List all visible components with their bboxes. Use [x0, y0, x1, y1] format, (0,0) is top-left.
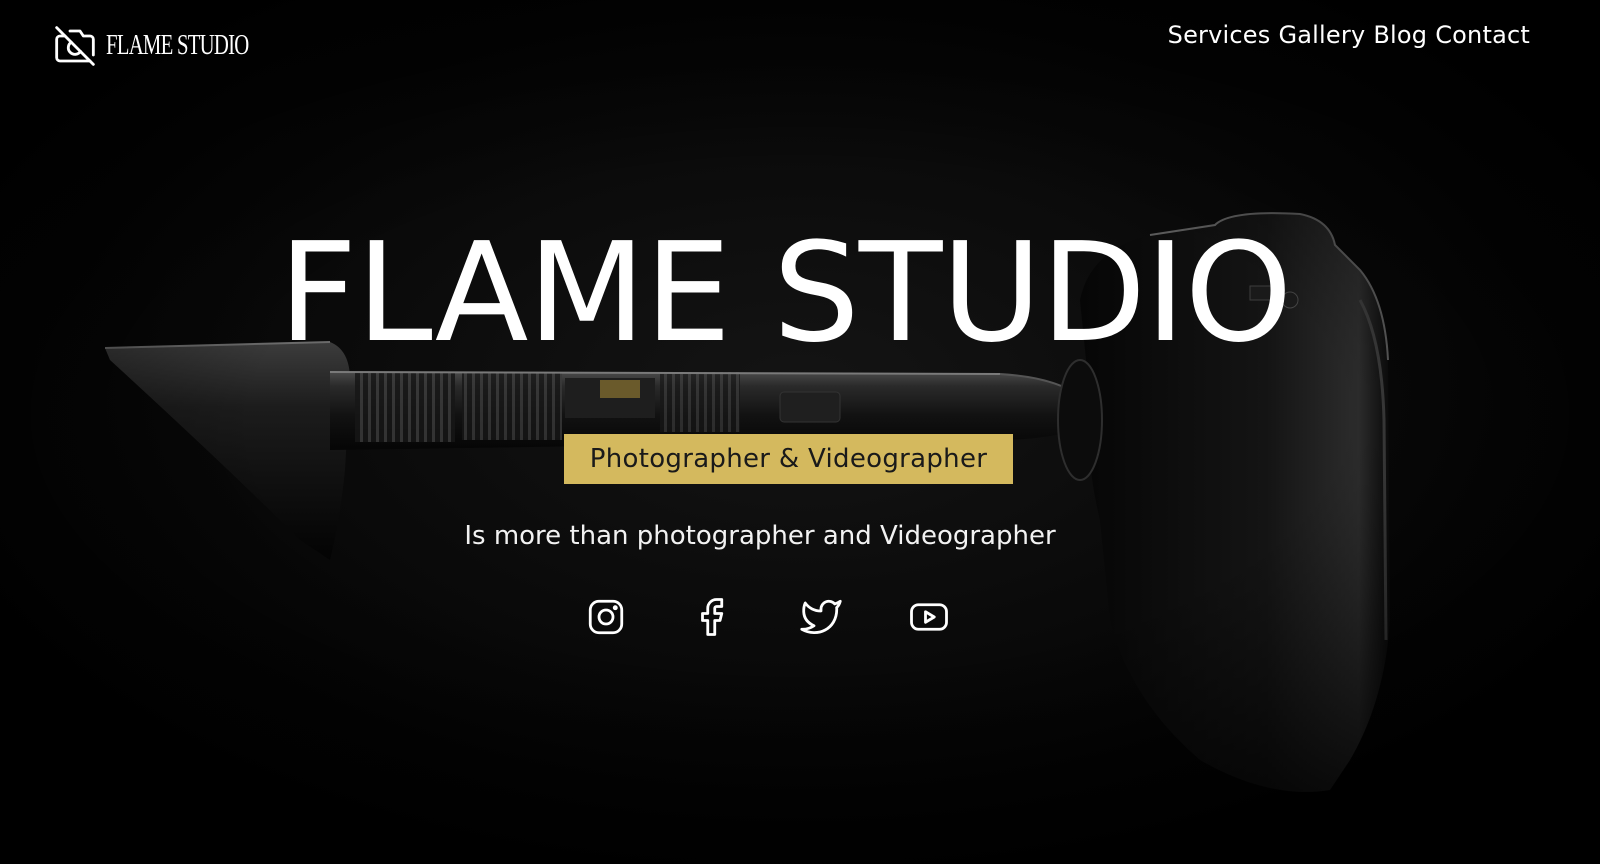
logo[interactable]: FLAME STUDIO STUDIO [55, 26, 299, 66]
facebook-icon [701, 598, 724, 636]
social-links [0, 596, 1600, 640]
nav-link-blog[interactable]: Blog [1373, 18, 1427, 52]
landing-page: FLAME STUDIO STUDIO Services Gallery Blo… [0, 0, 1600, 864]
hero-title: FLAME STUDIO [278, 214, 1293, 373]
hero-tagline: Is more than photographer and Videograph… [464, 521, 1056, 551]
facebook-link[interactable] [692, 596, 734, 638]
instagram-icon [588, 599, 624, 635]
nav-link-gallery[interactable]: Gallery [1278, 18, 1365, 52]
camera-off-icon [55, 26, 95, 66]
logo-text: FLAME STUDIO [106, 30, 249, 61]
main-nav: Services Gallery Blog Contact [1168, 18, 1530, 52]
logo-text-wrap: FLAME STUDIO STUDIO [106, 26, 299, 66]
hero-camera-image [0, 0, 1600, 864]
subtitle-badge: Photographer & Videographer [564, 434, 1013, 484]
twitter-link[interactable] [800, 596, 842, 638]
nav-link-contact[interactable]: Contact [1435, 18, 1530, 52]
youtube-icon [910, 603, 948, 631]
nav-link-services[interactable]: Services [1168, 18, 1271, 52]
twitter-icon [800, 599, 842, 635]
youtube-link[interactable] [908, 596, 950, 638]
instagram-link[interactable] [585, 596, 627, 638]
